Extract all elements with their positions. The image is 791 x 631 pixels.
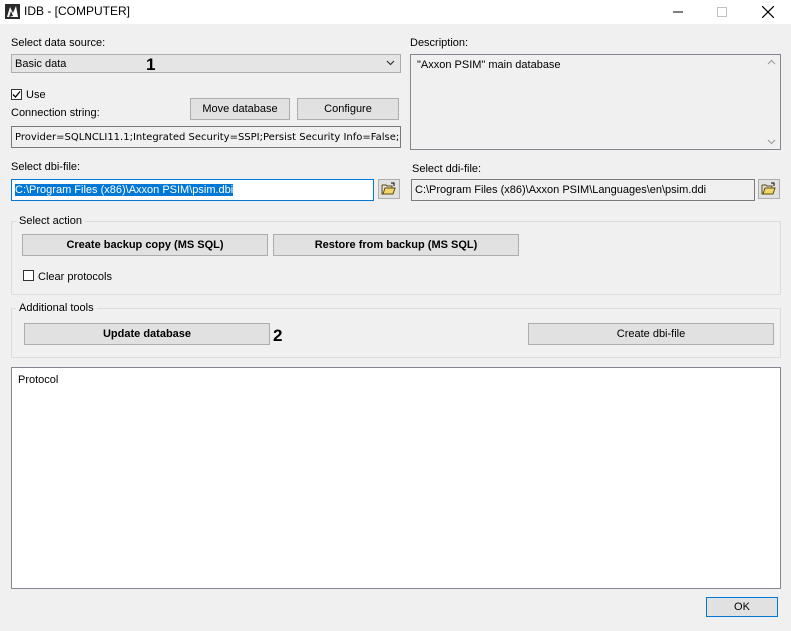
window-title: IDB - [COMPUTER] <box>24 4 131 18</box>
dbi-file-input[interactable]: C:\Program Files (x86)\Axxon PSIM\psim.d… <box>11 179 374 201</box>
folder-open-icon <box>761 182 776 195</box>
app-icon <box>5 4 20 19</box>
scroll-down-icon <box>767 139 775 145</box>
move-database-button[interactable]: Move database <box>190 98 290 120</box>
data-source-label: Select data source: <box>11 37 106 49</box>
protocol-log[interactable]: Protocol <box>11 367 781 589</box>
protocol-label: Protocol <box>18 374 59 386</box>
minimize-button[interactable] <box>655 0 701 24</box>
update-database-button[interactable]: Update database <box>24 323 270 345</box>
annotation-marker-1: 1 <box>146 55 156 74</box>
data-source-value: Basic data <box>15 57 67 70</box>
clear-protocols-label: Clear protocols <box>38 271 112 283</box>
ddi-file-input[interactable]: C:\Program Files (x86)\Axxon PSIM\Langua… <box>411 179 755 201</box>
ddi-file-label: Select ddi-file: <box>412 163 482 175</box>
annotation-marker-2: 2 <box>273 326 283 345</box>
configure-button[interactable]: Configure <box>297 98 399 120</box>
description-text: "Axxon PSIM" main database <box>417 59 561 71</box>
connection-string-label: Connection string: <box>11 107 100 119</box>
dbi-file-label: Select dbi-file: <box>11 161 81 173</box>
connection-string-value: Provider=SQLNCLI11.1;Integrated Security… <box>15 131 401 143</box>
close-button[interactable] <box>745 0 791 24</box>
browse-ddi-button[interactable] <box>758 179 780 199</box>
connection-string-field[interactable]: Provider=SQLNCLI11.1;Integrated Security… <box>11 126 401 148</box>
select-action-group <box>11 221 781 295</box>
use-checkbox[interactable] <box>11 89 22 100</box>
description-textarea[interactable]: "Axxon PSIM" main database <box>410 54 781 150</box>
data-source-select[interactable]: Basic data <box>11 54 401 73</box>
chevron-down-icon <box>386 60 395 66</box>
folder-open-icon <box>381 182 396 195</box>
additional-tools-title: Additional tools <box>16 302 97 314</box>
create-dbi-file-button[interactable]: Create dbi-file <box>528 323 774 345</box>
title-bar[interactable]: IDB - [COMPUTER] <box>0 0 791 24</box>
use-label: Use <box>26 89 46 101</box>
dbi-file-value: C:\Program Files (x86)\Axxon PSIM\psim.d… <box>15 184 234 196</box>
ddi-file-value: C:\Program Files (x86)\Axxon PSIM\Langua… <box>415 184 707 196</box>
minimize-icon <box>673 11 683 13</box>
browse-dbi-button[interactable] <box>378 179 400 199</box>
checkmark-icon <box>12 91 21 98</box>
restore-backup-button[interactable]: Restore from backup (MS SQL) <box>273 234 519 256</box>
create-backup-button[interactable]: Create backup copy (MS SQL) <box>22 234 268 256</box>
description-scrollbar[interactable] <box>763 56 779 148</box>
maximize-icon <box>717 7 727 17</box>
maximize-button[interactable] <box>699 0 745 24</box>
description-label: Description: <box>410 37 469 49</box>
select-action-title: Select action <box>16 215 85 227</box>
scroll-up-icon <box>767 59 775 65</box>
close-icon <box>762 6 774 18</box>
clear-protocols-checkbox[interactable] <box>23 270 34 281</box>
ok-button[interactable]: OK <box>706 597 778 617</box>
